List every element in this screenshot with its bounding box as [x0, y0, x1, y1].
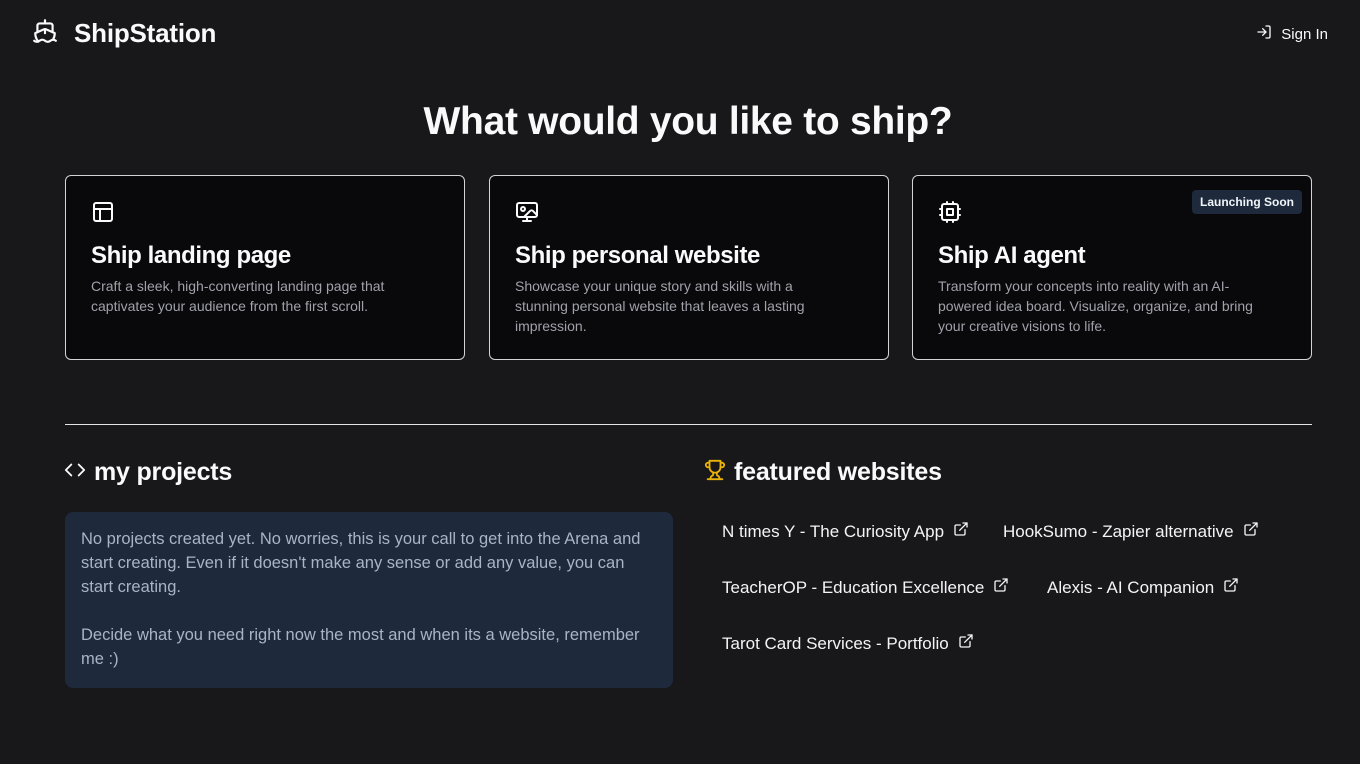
featured-link-label: TeacherOP - Education Excellence: [722, 577, 985, 597]
top-nav: ShipStation Sign In: [0, 0, 1360, 72]
launching-soon-badge: Launching Soon: [1192, 190, 1302, 214]
featured-websites-heading: featured websites: [704, 458, 942, 487]
monitor-image-icon: [515, 200, 863, 224]
featured-link-label: N times Y - The Curiosity App: [722, 521, 945, 541]
code-icon: [64, 459, 86, 486]
brand-logo-link[interactable]: ShipStation: [32, 18, 216, 49]
empty-message: No projects created yet. No worries, thi…: [81, 530, 641, 596]
projects-empty-state: No projects created yet. No worries, thi…: [65, 512, 673, 688]
my-projects-label: my projects: [94, 458, 233, 486]
layout-template-icon: [91, 200, 439, 224]
ship-personal-website-card[interactable]: Ship personal website Showcase your uniq…: [489, 175, 889, 360]
trophy-icon: [704, 459, 726, 486]
card-description: Craft a sleek, high-converting landing p…: [91, 278, 385, 314]
card-description: Showcase your unique story and skills wi…: [515, 278, 805, 334]
my-projects-heading: my projects: [64, 458, 232, 487]
card-description: Transform your concepts into reality wit…: [938, 278, 1253, 334]
section-divider: [65, 424, 1312, 425]
featured-link-ntimesy[interactable]: N times Y - The Curiosity App: [722, 521, 969, 542]
external-link-icon: [984, 577, 1009, 598]
external-link-icon: [944, 521, 969, 542]
featured-link-teacherop[interactable]: TeacherOP - Education Excellence: [722, 577, 1009, 598]
sign-in-label: Sign In: [1281, 25, 1328, 43]
ship-icon: [32, 18, 58, 49]
featured-websites-label: featured websites: [734, 458, 942, 486]
sign-in-button[interactable]: Sign In: [1256, 24, 1328, 44]
ship-ai-agent-card[interactable]: Launching Soon Ship AI agent Transform y…: [912, 175, 1312, 360]
external-link-icon: [1214, 577, 1239, 598]
log-in-icon: [1256, 24, 1281, 44]
external-link-icon: [949, 633, 974, 654]
featured-link-alexis[interactable]: Alexis - AI Companion: [1047, 577, 1239, 598]
card-title: Ship personal website: [515, 242, 760, 269]
featured-link-hooksumo[interactable]: HookSumo - Zapier alternative: [1003, 521, 1259, 542]
brand-name: ShipStation: [74, 18, 217, 48]
featured-link-tarot[interactable]: Tarot Card Services - Portfolio: [722, 633, 974, 654]
page-title: What would you like to ship?: [423, 100, 953, 143]
empty-message: Decide what you need right now the most …: [81, 626, 640, 668]
ship-landing-page-card[interactable]: Ship landing page Craft a sleek, high-co…: [65, 175, 465, 360]
card-title: Ship AI agent: [938, 242, 1086, 269]
card-title: Ship landing page: [91, 242, 291, 269]
external-link-icon: [1234, 521, 1259, 542]
featured-link-label: HookSumo - Zapier alternative: [1003, 521, 1234, 541]
featured-link-label: Tarot Card Services - Portfolio: [722, 633, 949, 653]
featured-link-label: Alexis - AI Companion: [1047, 577, 1215, 597]
